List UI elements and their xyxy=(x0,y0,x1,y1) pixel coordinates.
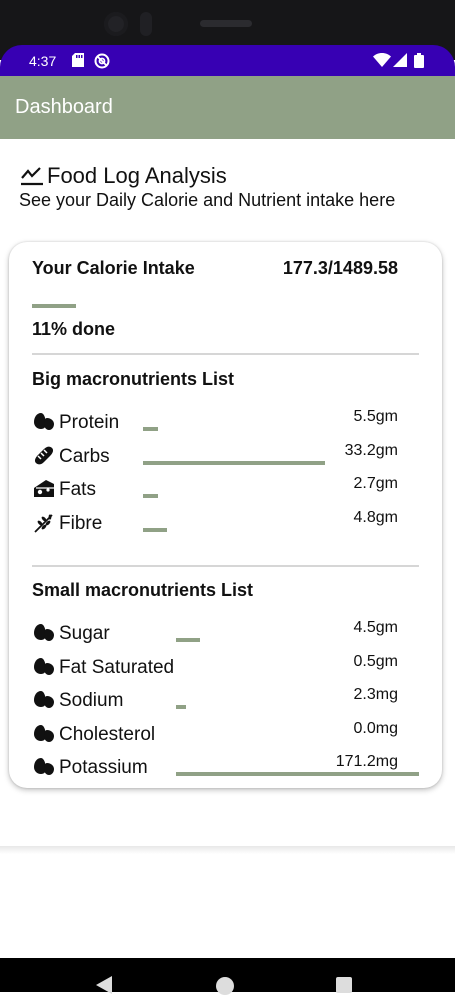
egg-icon xyxy=(32,688,56,712)
small-macros-title: Small macronutrients List xyxy=(32,580,254,600)
nutrition-card: Your Calorie Intake 177.3/1489.58 11% do… xyxy=(9,242,442,788)
nutrient-value: 5.5gm xyxy=(353,408,398,425)
nutrient-row-cholesterol: Cholesterol 0.0mg xyxy=(32,720,419,750)
egg-icon xyxy=(32,655,56,679)
analysis-title: Food Log Analysis xyxy=(47,163,227,188)
nutrient-name: Protein xyxy=(59,412,120,433)
nutrient-progress-bar xyxy=(143,427,385,431)
nutrient-name: Potassium xyxy=(59,757,148,778)
nutrient-row-potassium: Potassium 171.2mg xyxy=(32,753,419,783)
home-icon[interactable] xyxy=(216,977,234,995)
cheese-icon xyxy=(32,477,56,501)
nutrient-value: 0.0mg xyxy=(353,719,398,737)
nutrient-progress-fill xyxy=(143,427,158,431)
nutrient-value: 33.2gm xyxy=(344,441,398,459)
nutrient-progress-bar xyxy=(143,527,385,532)
calorie-value: 177.3/1489.58 xyxy=(282,258,398,278)
nutrient-progress-bar xyxy=(176,772,419,776)
nutrient-name: Sodium xyxy=(59,690,124,711)
nutrient-progress-fill xyxy=(176,638,200,642)
chart-trend-icon xyxy=(21,167,43,186)
nutrient-row-fat-saturated: Fat Saturated 0.5gm xyxy=(32,653,419,683)
divider xyxy=(32,565,419,567)
nutrient-progress-fill xyxy=(143,494,158,498)
nutrient-progress-bar xyxy=(143,494,385,498)
back-icon[interactable] xyxy=(96,976,112,994)
speaker xyxy=(200,20,252,27)
nutrient-progress-bar xyxy=(176,705,419,709)
wifi-icon xyxy=(373,53,391,67)
analysis-subtitle: See your Daily Calorie and Nutrient inta… xyxy=(19,190,396,210)
calorie-label: Your Calorie Intake xyxy=(32,258,195,278)
nutrient-progress-bar xyxy=(176,739,419,743)
egg-icon xyxy=(32,755,56,779)
recents-icon[interactable] xyxy=(336,977,352,993)
egg-icon xyxy=(32,410,56,434)
status-bar: 4:37 xyxy=(0,45,455,76)
nutrient-progress-fill xyxy=(143,527,167,532)
nutrient-name: Fibre xyxy=(59,512,103,534)
nutrient-name: Cholesterol xyxy=(59,723,156,745)
nutrient-name: Carbs xyxy=(59,445,110,467)
nutrient-row-carbs: Carbs 33.2gm xyxy=(32,442,419,472)
battery-icon xyxy=(414,53,424,68)
app-title: Dashboard xyxy=(15,96,113,118)
nutrient-value: 2.3mg xyxy=(353,686,398,703)
divider xyxy=(32,353,419,355)
nutrient-progress-fill xyxy=(176,705,186,709)
no-disturb-icon xyxy=(94,53,110,69)
bread-icon xyxy=(32,444,56,468)
nutrient-value: 4.5gm xyxy=(353,619,398,636)
nutrient-value: 0.5gm xyxy=(353,652,398,670)
nutrient-progress-fill xyxy=(143,460,325,465)
big-macros-title: Big macronutrients List xyxy=(32,369,235,389)
nutrient-row-fibre: Fibre 4.8gm xyxy=(32,509,419,539)
sensor xyxy=(140,12,152,36)
egg-icon xyxy=(32,722,56,746)
nutrient-value: 171.2mg xyxy=(335,753,398,770)
nutrient-value: 4.8gm xyxy=(353,508,398,526)
nutrient-row-sodium: Sodium 2.3mg xyxy=(32,686,419,716)
nutrient-name: Sugar xyxy=(59,623,110,644)
nutrient-progress-bar xyxy=(143,460,385,465)
nutrient-progress-fill xyxy=(176,772,419,776)
calorie-done-text: 11% done xyxy=(32,319,116,339)
app-bar: Dashboard xyxy=(0,76,455,139)
nutrient-row-sugar: Sugar 4.5gm xyxy=(32,619,419,649)
analysis-heading: Food Log Analysis xyxy=(19,163,227,189)
nutrient-progress-bar xyxy=(176,672,419,676)
bottom-separator xyxy=(0,846,455,854)
signal-icon xyxy=(393,53,407,67)
nutrient-row-fats: Fats 2.7gm xyxy=(32,475,419,505)
grain-icon xyxy=(32,511,56,535)
nutrient-progress-bar xyxy=(176,638,419,642)
status-time: 4:37 xyxy=(29,53,57,69)
camera xyxy=(104,12,128,36)
egg-icon xyxy=(32,621,56,645)
nutrient-name: Fat Saturated xyxy=(59,656,175,678)
calorie-progress-fill xyxy=(32,304,76,308)
nutrient-row-protein: Protein 5.5gm xyxy=(32,408,419,438)
nutrient-value: 2.7gm xyxy=(353,475,398,492)
calorie-progress-bar xyxy=(32,304,419,308)
sd-card-icon xyxy=(72,53,84,67)
nutrient-name: Fats xyxy=(59,479,96,500)
